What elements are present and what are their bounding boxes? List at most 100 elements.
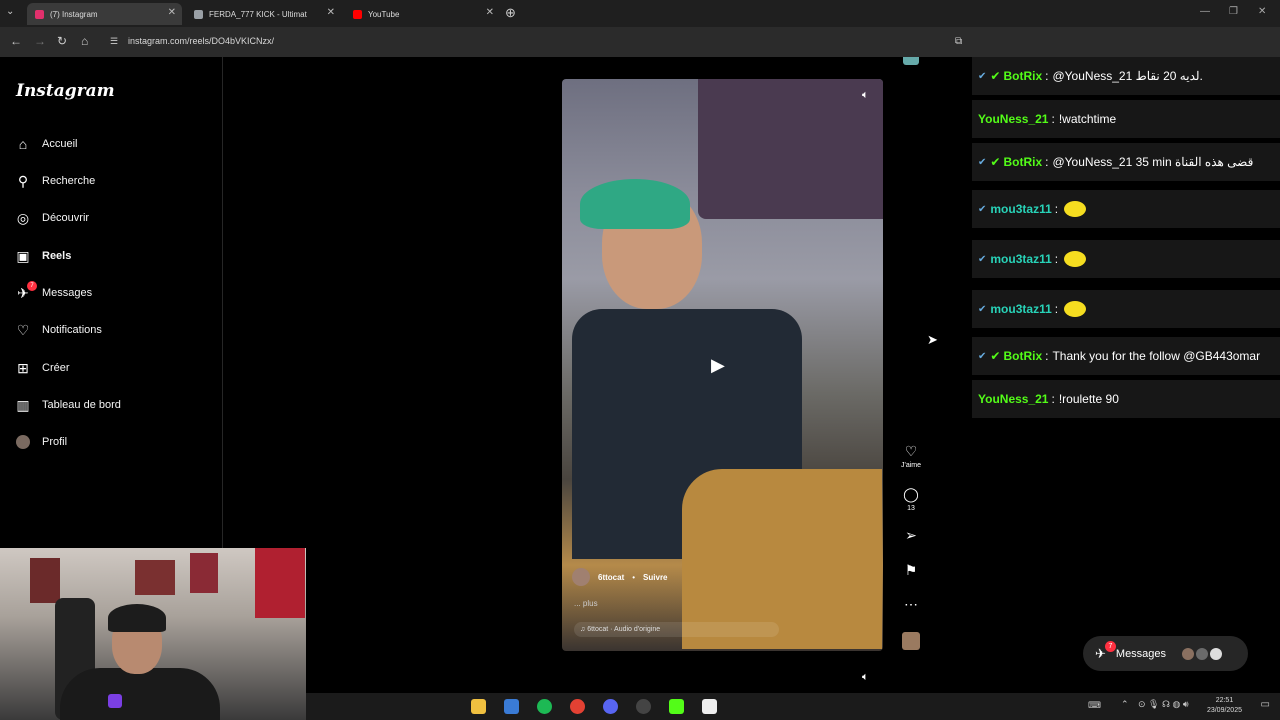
sidebar-item-notifications[interactable]: ♡ Notifications <box>15 318 102 342</box>
tab-kick[interactable]: FERDA_777 KICK - Ultimat ✕ <box>186 3 341 25</box>
close-tab-icon[interactable]: ✕ <box>168 7 176 18</box>
install-app-icon[interactable]: ⧉ <box>955 36 962 47</box>
audio-thumbnail[interactable] <box>902 632 920 650</box>
kick-favicon-icon <box>194 9 203 19</box>
sidebar-item-accueil[interactable]: ⌂ Accueil <box>15 132 78 156</box>
messenger-icon: ✈ 7 <box>15 281 37 301</box>
moderator-icon: ✔ <box>978 156 987 168</box>
avatar <box>1210 647 1223 660</box>
sidebar-item-messages[interactable]: ✈ 7 Messages <box>15 281 92 305</box>
home-icon[interactable]: ⌂ <box>81 34 88 48</box>
chrome-icon[interactable] <box>570 699 585 714</box>
dashboard-icon: ▥ <box>16 396 30 413</box>
browser-address-bar: ← → ↻ ⌂ ☰ instagram.com/reels/DO4bVKICNz… <box>0 27 1280 57</box>
tab-search-icon[interactable]: ⌄ <box>6 6 14 17</box>
volume-icon[interactable]: 🔈︎ <box>862 671 869 684</box>
reel-video[interactable]: ▶ 🔈︎ 6ttocat • Suivre ... plus ♫ 6ttocat… <box>562 79 883 651</box>
wall-poster <box>190 553 218 593</box>
wall-poster <box>255 548 305 618</box>
tray-chevron-icon[interactable]: ⌃ <box>1121 699 1129 710</box>
close-tab-icon[interactable]: ✕ <box>486 7 494 18</box>
chat-text: @YouNess_21 لديه 20 نقاط. <box>1052 69 1203 83</box>
like-button[interactable]: ♡ J'aime <box>898 443 924 469</box>
compass-icon: ◎ <box>16 209 30 226</box>
sidebar-item-tableau-de-bord[interactable]: ▥ Tableau de bord <box>15 393 121 417</box>
verified-icon: ✔ <box>990 155 1001 169</box>
tab-youtube[interactable]: YouTube ✕ <box>345 3 500 25</box>
notification-center-icon[interactable]: ▭ <box>1261 699 1270 710</box>
file-explorer-icon[interactable] <box>471 699 486 714</box>
new-tab-button[interactable]: ⊕ <box>505 5 516 21</box>
author-username[interactable]: 6ttocat <box>598 573 624 582</box>
verified-icon: ✔ <box>990 69 1001 83</box>
close-tab-icon[interactable]: ✕ <box>327 7 335 18</box>
emote-icon <box>1064 201 1087 217</box>
moderator-icon: ✔ <box>978 303 987 315</box>
kick-icon[interactable] <box>669 699 684 714</box>
obs-icon[interactable] <box>636 699 651 714</box>
emote-icon <box>1064 301 1087 317</box>
tab-title: (7) Instagram <box>50 9 98 19</box>
chat-username[interactable]: BotRix <box>1003 155 1042 169</box>
chat-username[interactable]: BotRix <box>1003 349 1042 363</box>
streamer-shirt <box>60 668 220 720</box>
moderator-icon: ✔ <box>978 253 987 265</box>
follow-button[interactable]: Suivre <box>643 573 667 582</box>
discord-icon[interactable] <box>603 699 618 714</box>
tray-icons[interactable]: ⊙ 🎙︎ ☊ ◍ 🔊︎ <box>1138 699 1189 710</box>
like-label: J'aime <box>900 462 921 469</box>
sidebar-item-recherche[interactable]: ⚲ Recherche <box>15 169 95 193</box>
chat-username[interactable]: mou3taz11 <box>990 302 1051 316</box>
author-avatar[interactable] <box>572 568 590 586</box>
minimize-button[interactable]: — <box>1200 6 1210 17</box>
capcut-icon[interactable] <box>702 699 717 714</box>
sidebar-item-profil[interactable]: Profil <box>15 430 67 454</box>
sidebar-item-decouvrir[interactable]: ◎ Découvrir <box>15 206 89 230</box>
keyboard-icon[interactable]: ⌨ <box>1088 700 1101 711</box>
tab-title: FERDA_777 KICK - Ultimat <box>209 9 307 19</box>
chat-message: ✔ mou3taz11: <box>972 290 1280 328</box>
next-reel-thumbnail[interactable] <box>903 57 919 65</box>
tab-instagram[interactable]: (7) Instagram ✕ <box>27 3 182 25</box>
forward-arrow-icon[interactable]: → <box>34 34 46 48</box>
site-settings-icon[interactable]: ☰ <box>110 36 118 47</box>
emote-icon <box>1064 251 1087 267</box>
chat-username[interactable]: mou3taz11 <box>990 252 1051 266</box>
store-icon[interactable] <box>504 699 519 714</box>
chat-text: !roulette 90 <box>1058 392 1119 406</box>
back-arrow-icon[interactable]: ← <box>10 34 22 48</box>
home-icon: ⌂ <box>18 136 28 152</box>
chat-username[interactable]: YouNess_21 <box>978 112 1048 126</box>
sidebar-item-label: Profil <box>42 436 68 448</box>
chat-username[interactable]: BotRix <box>1003 69 1042 83</box>
spotify-icon[interactable] <box>537 699 552 714</box>
messages-pill[interactable]: ✈ 7 Messages <box>1083 636 1248 671</box>
reload-icon[interactable]: ↻ <box>57 34 67 48</box>
comment-button[interactable]: ◯ 13 <box>898 486 924 512</box>
reel-audio-link[interactable]: ♫ 6ttocat · Audio d'origine <box>574 622 779 637</box>
close-window-button[interactable]: ✕ <box>1258 6 1266 17</box>
reel-caption[interactable]: ... plus <box>574 599 598 608</box>
share-button[interactable]: ➢ <box>898 527 924 544</box>
windows-taskbar: ⌨ ⌃ ⊙ 🎙︎ ☊ ◍ 🔊︎ 22:51 23/09/2025 ▭ <box>306 693 1280 720</box>
more-options-button[interactable]: ⋯ <box>898 596 924 613</box>
mute-icon[interactable]: 🔈︎ <box>862 89 869 102</box>
save-button[interactable]: ⚑ <box>898 562 924 579</box>
messages-badge: 7 <box>27 281 37 291</box>
maximize-button[interactable]: ❐ <box>1229 6 1238 17</box>
heart-icon: ♡ <box>16 321 30 338</box>
sidebar-item-creer[interactable]: ⊞ Créer <box>15 356 69 380</box>
sidebar-item-label: Accueil <box>42 138 78 150</box>
chat-username[interactable]: mou3taz11 <box>990 202 1051 216</box>
message-avatars <box>1182 647 1223 660</box>
twitch-logo-icon <box>108 694 122 708</box>
chat-username[interactable]: YouNess_21 <box>978 392 1048 406</box>
taskbar-clock[interactable]: 22:51 23/09/2025 <box>1207 696 1242 716</box>
sidebar-item-reels[interactable]: ▣ Reels <box>15 244 71 268</box>
comment-icon: ◯ <box>903 486 919 502</box>
play-icon[interactable]: ▶ <box>711 355 735 379</box>
messages-pill-label: Messages <box>1115 647 1167 660</box>
messages-pill-badge: 7 <box>1105 641 1116 652</box>
instagram-logo[interactable]: Instagram <box>16 81 115 101</box>
url-field[interactable]: instagram.com/reels/DO4bVKICNzx/ <box>128 36 274 46</box>
